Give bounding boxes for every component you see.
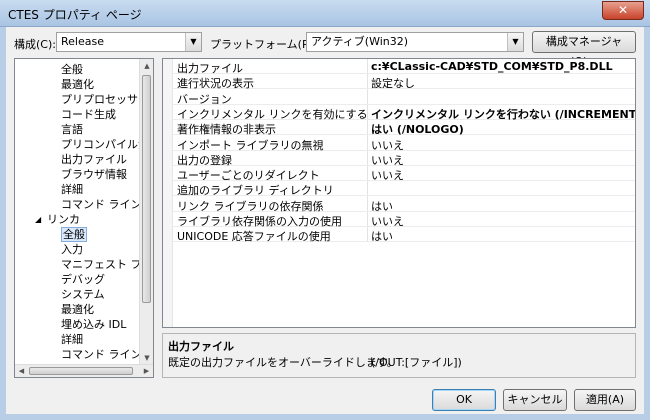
- chevron-down-icon: ▼: [185, 33, 201, 51]
- tree-item[interactable]: プリプロセッサ: [61, 92, 138, 107]
- tree-item[interactable]: コマンド ライン: [61, 347, 142, 362]
- property-row[interactable]: リンク ライブラリの依存関係 はい: [173, 197, 635, 213]
- config-label: 構成(C):: [14, 38, 56, 51]
- tree-item[interactable]: 全般: [61, 227, 87, 242]
- property-row[interactable]: UNICODE 応答ファイルの使用 はい: [173, 227, 635, 244]
- tree-item[interactable]: デバッグ: [61, 272, 105, 287]
- cancel-button[interactable]: キャンセル: [503, 389, 567, 411]
- platform-value: アクティブ(Win32): [311, 35, 409, 48]
- tree-item[interactable]: 最適化: [61, 77, 94, 92]
- tree-item[interactable]: 詳細: [61, 332, 83, 347]
- apply-button[interactable]: 適用(A): [574, 389, 636, 411]
- tree-item[interactable]: 全般: [61, 62, 83, 77]
- property-row[interactable]: 出力の登録 いいえ: [173, 151, 635, 167]
- tree-item[interactable]: ブラウザ情報: [61, 167, 127, 182]
- config-dropdown[interactable]: Release ▼: [56, 32, 202, 52]
- property-tree: 全般 最適化 プリプロセッサ コード生成 言語 プリコンパイル済み 出力ファイル ブラウザ情報…: [14, 58, 154, 378]
- property-row[interactable]: インクリメンタル リンクを有効にする インクリメンタル リンクを行わない (/IN…: [173, 105, 635, 121]
- property-row[interactable]: 進行状況の表示 設定なし: [173, 74, 635, 90]
- scroll-thumb[interactable]: [142, 75, 151, 303]
- property-row[interactable]: ユーザーごとのリダイレクト いいえ: [173, 166, 635, 182]
- tree-item[interactable]: 詳細: [61, 182, 83, 197]
- property-row[interactable]: 著作権情報の非表示 はい (/NOLOGO): [173, 120, 635, 136]
- property-value[interactable]: c:¥CLassic-CAD¥STD_COM¥STD_P8.DLL: [371, 60, 613, 73]
- platform-dropdown[interactable]: アクティブ(Win32) ▼: [306, 32, 524, 52]
- tree-item[interactable]: 最適化: [61, 302, 94, 317]
- property-row[interactable]: 追加のライブラリ ディレクトリ: [173, 181, 635, 197]
- description-text: 既定の出力ファイルをオーバーライドします。: [168, 356, 398, 369]
- property-grid: 出力ファイル c:¥CLassic-CAD¥STD_COM¥STD_P8.DLL 進…: [162, 58, 636, 328]
- property-row[interactable]: 出力ファイル c:¥CLassic-CAD¥STD_COM¥STD_P8.DLL: [173, 59, 635, 75]
- description-switch: (/OUT:[ファイル]): [371, 356, 462, 369]
- scroll-thumb[interactable]: [29, 367, 133, 375]
- property-row[interactable]: インポート ライブラリの無視 いいえ: [173, 136, 635, 152]
- close-icon: ✕: [617, 3, 629, 17]
- property-value[interactable]: はい: [371, 228, 393, 244]
- description-panel: 出力ファイル 既定の出力ファイルをオーバーライドします。 (/OUT:[ファイル…: [162, 333, 636, 378]
- tree-vertical-scrollbar[interactable]: ▲ ▼: [139, 59, 153, 365]
- expand-arrow-icon[interactable]: ◢: [35, 212, 41, 227]
- grid-gutter: [163, 59, 173, 327]
- tree-item[interactable]: 埋め込み IDL: [61, 317, 126, 332]
- description-title: 出力ファイル: [168, 340, 234, 353]
- scroll-right-icon[interactable]: ▶: [140, 365, 153, 377]
- tree-item[interactable]: 入力: [61, 242, 83, 257]
- scroll-up-icon[interactable]: ▲: [140, 59, 153, 73]
- scroll-down-icon[interactable]: ▼: [140, 351, 153, 365]
- tree-horizontal-scrollbar[interactable]: ◀ ▶: [15, 364, 153, 377]
- config-value: Release: [61, 35, 104, 48]
- platform-label: プラットフォーム(P):: [210, 38, 317, 51]
- chevron-down-icon: ▼: [507, 33, 523, 51]
- property-row[interactable]: ライブラリ依存関係の入力の使用 いいえ: [173, 212, 635, 228]
- close-button[interactable]: ✕: [602, 1, 644, 20]
- tree-item[interactable]: システム: [61, 287, 105, 302]
- scroll-left-icon[interactable]: ◀: [15, 365, 28, 377]
- title-bar: CTES プロパティ ページ ✕: [0, 0, 650, 27]
- tree-item[interactable]: 出力ファイル: [61, 152, 127, 167]
- property-row[interactable]: バージョン: [173, 90, 635, 106]
- tree-item[interactable]: 言語: [61, 122, 83, 137]
- ok-button[interactable]: OK: [432, 389, 496, 411]
- config-manager-button[interactable]: 構成マネージャ(O)...: [532, 31, 636, 68]
- tree-item[interactable]: コード生成: [61, 107, 116, 122]
- property-name: UNICODE 応答ファイルの使用: [177, 230, 331, 244]
- tree-item[interactable]: リンカ: [47, 212, 80, 227]
- tree-item[interactable]: コマンド ライン: [61, 197, 142, 212]
- window-title: CTES プロパティ ページ: [8, 8, 142, 22]
